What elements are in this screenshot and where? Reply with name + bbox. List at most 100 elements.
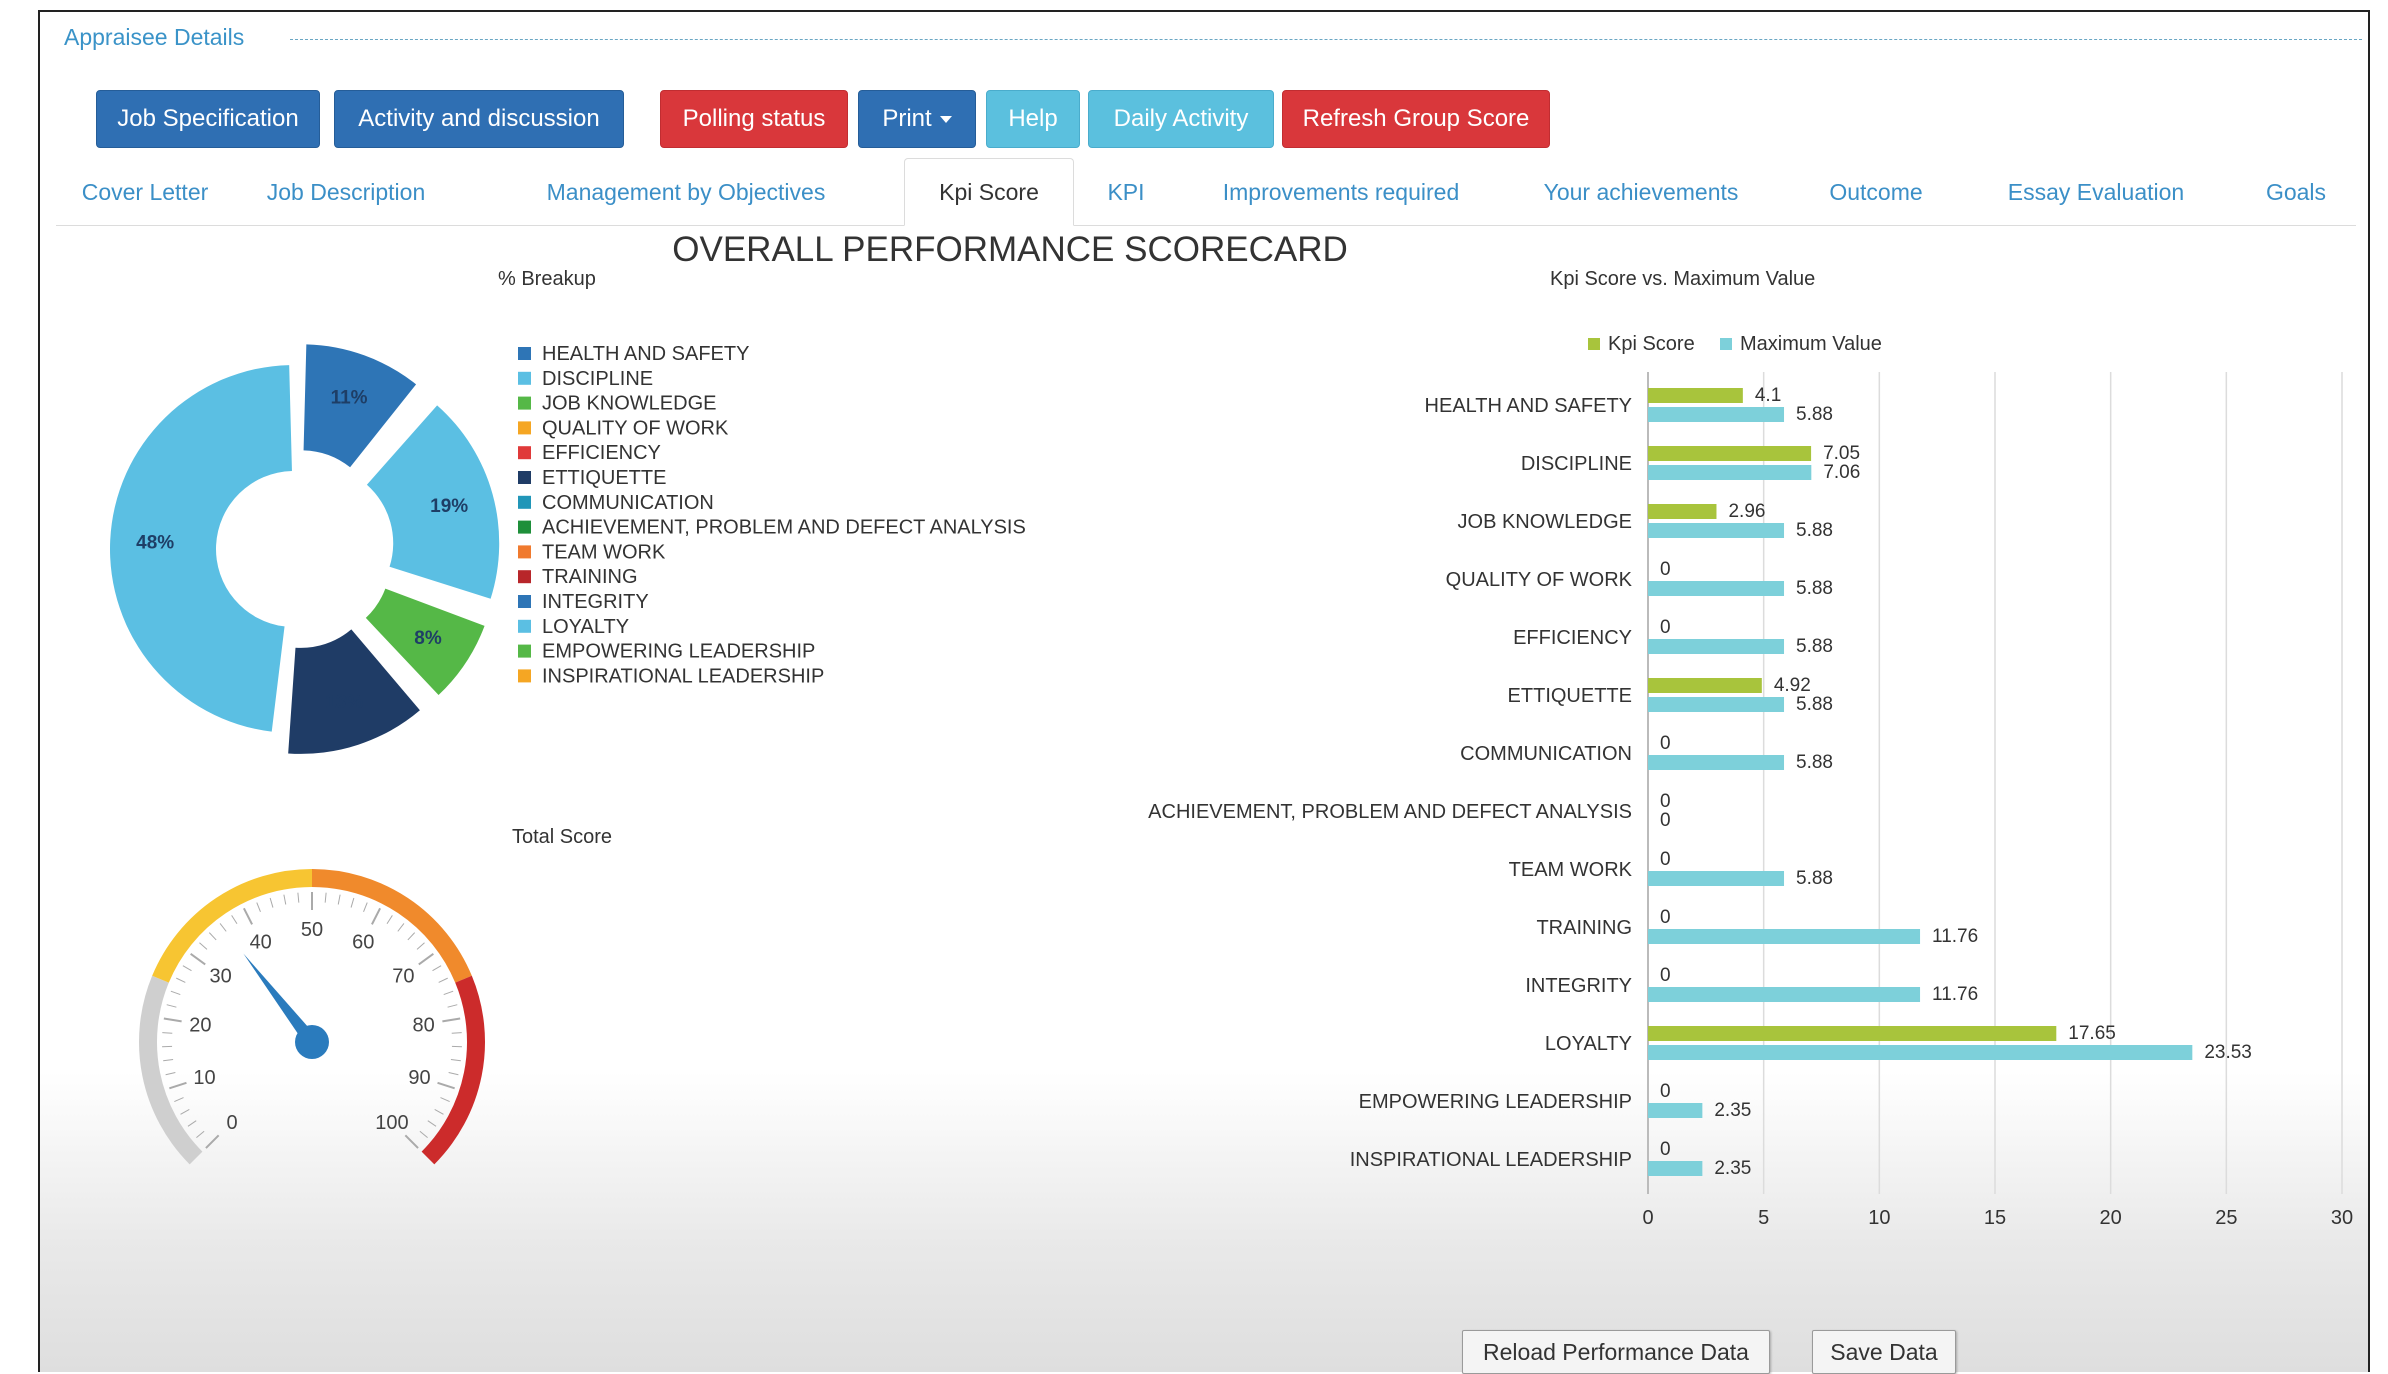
bar-data-label: 0 <box>1660 791 1671 812</box>
gauge-tick <box>439 978 448 982</box>
bar-data-label: 0 <box>1660 559 1671 580</box>
bar-data-label: 5.88 <box>1796 868 1833 889</box>
gauge-tick <box>298 893 299 903</box>
x-tick-label: 10 <box>1868 1207 1890 1229</box>
pie-slice-label: 13% <box>325 692 363 713</box>
gauge-tick-label: 80 <box>412 1014 434 1036</box>
bar-data-label: 2.35 <box>1714 1100 1751 1121</box>
legend-item: EFFICIENCY <box>542 442 661 464</box>
gauge-tick-label: 100 <box>375 1112 408 1134</box>
legend-item: COMMUNICATION <box>542 492 714 514</box>
x-tick-label: 30 <box>2331 1207 2353 1229</box>
gauge-tick <box>325 893 326 903</box>
legend-swatch <box>518 496 531 509</box>
bar-mark <box>1648 446 1811 461</box>
bar-data-label: 0 <box>1660 1081 1671 1102</box>
pie-slice-label: 19% <box>430 496 468 517</box>
bar-data-label: 0 <box>1660 810 1671 831</box>
bar-data-label: 5.88 <box>1796 520 1833 541</box>
legend-swatch <box>518 372 531 385</box>
pie-slice-label: 48% <box>136 532 174 553</box>
x-tick-label: 15 <box>1984 1207 2006 1229</box>
pie-slice-label: 8% <box>414 628 442 649</box>
charts-canvas: 11%19%8%13%48%HEALTH AND SAFETYDISCIPLIN… <box>40 12 2372 1374</box>
gauge-tick <box>438 1083 455 1089</box>
bar-data-label: 0 <box>1660 733 1671 754</box>
gauge-tick <box>171 991 180 994</box>
bar-data-label: 5.88 <box>1796 752 1833 773</box>
gauge-tick-label: 70 <box>392 966 414 988</box>
gauge-tick-label: 90 <box>408 1067 430 1089</box>
gauge-tick-label: 60 <box>352 931 374 953</box>
bar-data-label: 7.05 <box>1823 443 1860 464</box>
bar-category-label: COMMUNICATION <box>1460 743 1632 765</box>
x-tick-label: 5 <box>1758 1207 1769 1229</box>
gauge-tick <box>442 1019 460 1022</box>
gauge-tick <box>206 1135 219 1148</box>
bar-legend-item: Kpi Score <box>1608 333 1695 355</box>
bar-mark <box>1648 1045 2192 1060</box>
bar-mark <box>1648 697 1784 712</box>
bar-mark <box>1648 929 1920 944</box>
gauge-tick <box>451 1060 461 1061</box>
bar-mark <box>1648 755 1784 770</box>
bar-mark <box>1648 504 1716 519</box>
legend-item: DISCIPLINE <box>542 368 653 390</box>
gauge-tick <box>181 1109 190 1114</box>
legend-swatch <box>518 545 531 558</box>
bar-category-label: INSPIRATIONAL LEADERSHIP <box>1350 1149 1632 1171</box>
gauge-tick <box>244 908 252 924</box>
bar-data-label: 0 <box>1660 617 1671 638</box>
legend-swatch <box>518 620 531 633</box>
gauge-tick-label: 30 <box>209 966 231 988</box>
bar-data-label: 11.76 <box>1932 984 1978 1005</box>
gauge-tick <box>408 933 415 940</box>
legend-item: HEALTH AND SAFETY <box>542 343 749 365</box>
gauge-tick <box>232 915 237 923</box>
bar-mark <box>1648 678 1762 693</box>
bar-legend-item: Maximum Value <box>1740 333 1882 355</box>
gauge-tick <box>419 954 434 965</box>
bar-mark <box>1648 987 1920 1002</box>
gauge-tick-label: 50 <box>301 919 323 941</box>
legend-item: ETTIQUETTE <box>542 467 666 489</box>
bar-category-label: TRAINING <box>1536 917 1632 939</box>
bar-mark <box>1648 407 1784 422</box>
x-tick-label: 25 <box>2215 1207 2237 1229</box>
gauge-tick <box>166 1073 176 1075</box>
gauge-band <box>160 878 312 979</box>
bar-data-label: 4.1 <box>1755 385 1781 406</box>
gauge-tick <box>338 895 340 905</box>
gauge-tick <box>257 903 261 912</box>
legend-item: LOYALTY <box>542 616 629 638</box>
bar-data-label: 2.96 <box>1728 501 1765 522</box>
gauge-tick-label: 0 <box>227 1112 238 1134</box>
bar-category-label: HEALTH AND SAFETY <box>1425 395 1632 417</box>
bar-data-label: 0 <box>1660 1139 1671 1160</box>
bar-category-label: EFFICIENCY <box>1513 627 1632 649</box>
bar-data-label: 0 <box>1660 907 1671 928</box>
gauge-tick <box>428 1121 436 1127</box>
gauge-tick <box>440 1098 449 1102</box>
gauge-tick <box>176 978 185 982</box>
bar-category-label: LOYALTY <box>1545 1033 1632 1055</box>
gauge-tick <box>183 966 192 971</box>
legend-swatch <box>518 471 531 484</box>
bar-data-label: 5.88 <box>1796 404 1833 425</box>
bar-data-label: 5.88 <box>1796 636 1833 657</box>
gauge-tick <box>284 895 286 905</box>
gauge-tick <box>209 933 216 940</box>
x-tick-label: 0 <box>1642 1207 1653 1229</box>
gauge-band <box>312 878 464 979</box>
gauge-tick <box>199 943 207 950</box>
bar-legend-swatch <box>1720 338 1732 350</box>
bar-mark <box>1648 639 1784 654</box>
bar-category-label: INTEGRITY <box>1525 975 1632 997</box>
bar-mark <box>1648 523 1784 538</box>
bar-data-label: 5.88 <box>1796 578 1833 599</box>
gauge-tick <box>270 898 273 908</box>
legend-swatch <box>518 669 531 682</box>
gauge-tick <box>444 991 453 994</box>
gauge-tick <box>372 908 380 924</box>
legend-item: TEAM WORK <box>542 541 666 563</box>
